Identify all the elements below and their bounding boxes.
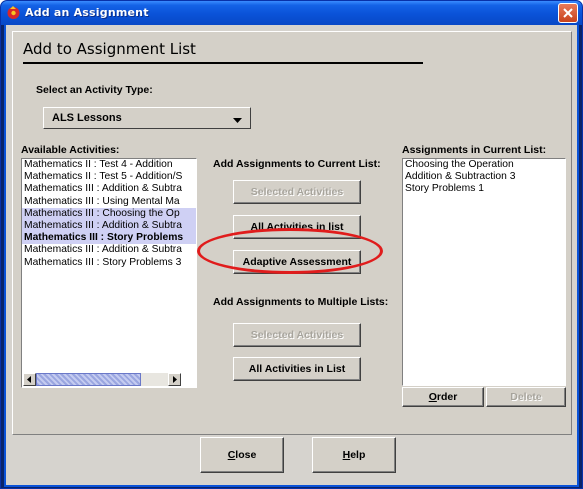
activity-type-select[interactable]: ALS Lessons xyxy=(43,107,251,129)
button-label: elp xyxy=(350,449,366,461)
list-item[interactable]: Mathematics III : Story Problems 3 xyxy=(22,257,196,269)
button-mnemonic: O xyxy=(428,391,437,403)
title-bar[interactable]: Add an Assignment xyxy=(1,1,582,25)
available-activities-label: Available Activities: xyxy=(21,144,120,156)
close-icon[interactable] xyxy=(558,3,578,23)
button-label: rder xyxy=(436,391,458,403)
list-item[interactable]: Mathematics III : Choosing the Op xyxy=(22,207,196,220)
add-all-to-multiple-button[interactable]: All Activities in List xyxy=(233,357,361,381)
list-item[interactable]: Mathematics III : Addition & Subtra xyxy=(22,219,196,233)
scroll-left-icon[interactable] xyxy=(23,373,36,386)
dialog-body: Add to Assignment List Select an Activit… xyxy=(4,25,579,487)
order-button[interactable]: Order xyxy=(402,387,484,407)
list-item[interactable]: Mathematics III : Story Problems xyxy=(22,232,196,245)
button-label: Selected Activities xyxy=(250,329,344,341)
list-item[interactable]: Mathematics III : Addition & Subtra xyxy=(22,183,196,195)
button-label: All Activities in list xyxy=(250,221,344,233)
add-all-to-current-button[interactable]: All Activities in list xyxy=(233,215,361,239)
dialog-window: Add an Assignment Add to Assignment List… xyxy=(0,0,583,489)
available-activities-list[interactable]: Mathematics II : Test 4 - Addition Mathe… xyxy=(21,158,197,388)
window-title: Add an Assignment xyxy=(25,6,149,19)
button-label: Selected Activities xyxy=(250,186,344,198)
chevron-down-icon xyxy=(233,115,242,127)
activity-type-label: Select an Activity Type: xyxy=(36,84,153,96)
assignment-panel: Add to Assignment List Select an Activit… xyxy=(12,31,572,435)
list-item[interactable]: Mathematics III : Using Mental Ma xyxy=(22,196,196,208)
app-icon xyxy=(6,5,21,20)
button-label: Adaptive Assessment xyxy=(242,256,352,268)
adaptive-assessment-button[interactable]: Adaptive Assessment xyxy=(233,250,361,274)
list-item[interactable]: Addition & Subtraction 3 xyxy=(403,171,565,183)
multiple-lists-section-label: Add Assignments to Multiple Lists: xyxy=(213,296,389,308)
activity-type-value: ALS Lessons xyxy=(52,112,122,124)
title-divider xyxy=(23,62,423,64)
button-label: lose xyxy=(235,449,257,461)
list-item[interactable]: Choosing the Operation xyxy=(403,159,565,171)
list-item[interactable]: Mathematics II : Test 5 - Addition/S xyxy=(22,171,196,183)
current-list-section-label: Add Assignments to Current List: xyxy=(213,158,381,170)
add-selected-to-multiple-button[interactable]: Selected Activities xyxy=(233,323,361,347)
list-item[interactable]: Story Problems 1 xyxy=(403,183,565,195)
scroll-right-icon[interactable] xyxy=(168,373,181,386)
button-label: Delete xyxy=(510,391,542,403)
add-selected-to-current-button[interactable]: Selected Activities xyxy=(233,180,361,204)
assignments-label: Assignments in Current List: xyxy=(402,144,547,156)
current-assignments-list[interactable]: Choosing the Operation Addition & Subtra… xyxy=(402,158,566,386)
delete-button[interactable]: Delete xyxy=(486,387,566,407)
help-button[interactable]: Help xyxy=(312,437,396,473)
button-label: All Activities in List xyxy=(248,363,346,375)
scroll-thumb[interactable] xyxy=(36,373,141,386)
close-button[interactable]: Close xyxy=(200,437,284,473)
page-title: Add to Assignment List xyxy=(23,40,196,58)
list-item[interactable]: Mathematics III : Addition & Subtra xyxy=(22,244,196,256)
list-item[interactable]: Mathematics II : Test 4 - Addition xyxy=(22,159,196,171)
horizontal-scrollbar[interactable] xyxy=(23,373,181,386)
